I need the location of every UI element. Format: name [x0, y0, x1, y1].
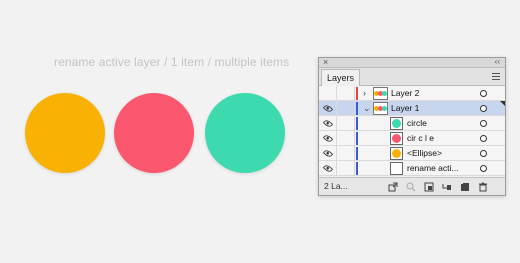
layer-color-bar [356, 102, 358, 115]
layer-name[interactable]: Layer 2 [391, 86, 419, 101]
layer-color-bar [356, 162, 358, 175]
target-circle-icon[interactable] [480, 120, 487, 127]
lock-toggle[interactable] [337, 131, 355, 146]
sublayer-row-ellipse[interactable]: <Ellipse> [319, 146, 505, 161]
lock-toggle[interactable] [337, 101, 355, 116]
layer-thumbnail [373, 102, 388, 115]
new-sublayer-icon[interactable] [442, 182, 452, 192]
collapse-chevron-icon[interactable]: ⌄ [363, 102, 371, 115]
layer-color-bar [356, 147, 358, 160]
item-name[interactable]: circle [407, 116, 427, 131]
sublayer-row-circle[interactable]: circle [319, 116, 505, 131]
layer-color-bar [356, 87, 358, 100]
panel-footer: 2 La... [319, 177, 505, 195]
collapse-icon[interactable]: ‹‹ [495, 58, 500, 68]
teal-circle[interactable] [205, 93, 285, 173]
layers-list: › Layer 2 ⌄ Layer 1 circle cir c l e <El… [319, 86, 505, 176]
target-circle-icon[interactable] [480, 90, 487, 97]
target-circle-icon[interactable] [480, 105, 487, 112]
export-icon[interactable] [388, 182, 398, 192]
sublayer-row-cir-c-l-e[interactable]: cir c l e [319, 131, 505, 146]
selection-indicator-icon [500, 101, 505, 106]
layer-row-layer-2[interactable]: › Layer 2 [319, 86, 505, 101]
visibility-toggle[interactable] [319, 161, 337, 176]
lock-toggle[interactable] [337, 146, 355, 161]
target-circle-icon[interactable] [480, 150, 487, 157]
caption-text: rename active layer / 1 item / multiple … [54, 55, 290, 69]
item-name[interactable]: cir c l e [407, 131, 434, 146]
eye-icon [322, 148, 334, 159]
lock-toggle[interactable] [337, 116, 355, 131]
visibility-toggle[interactable] [319, 86, 337, 101]
item-thumbnail [390, 117, 403, 130]
visibility-toggle[interactable] [319, 131, 337, 146]
search-icon[interactable] [406, 182, 416, 192]
tab-layers[interactable]: Layers [321, 69, 361, 86]
target-circle-icon[interactable] [480, 165, 487, 172]
panel-menu-icon[interactable] [492, 73, 500, 80]
visibility-toggle[interactable] [319, 146, 337, 161]
sublayer-row-rename-text[interactable]: rename acti... [319, 161, 505, 176]
lock-toggle[interactable] [337, 161, 355, 176]
target-circle-icon[interactable] [480, 135, 487, 142]
panel-titlebar[interactable]: × ‹‹ [319, 58, 505, 68]
eye-icon [322, 118, 334, 129]
item-thumbnail [390, 132, 403, 145]
trash-icon[interactable] [478, 182, 488, 192]
item-name[interactable]: <Ellipse> [407, 146, 442, 161]
lock-toggle[interactable] [337, 86, 355, 101]
visibility-toggle[interactable] [319, 116, 337, 131]
eye-icon [322, 163, 334, 174]
layer-name[interactable]: Layer 1 [391, 101, 419, 116]
new-layer-icon[interactable] [460, 182, 470, 192]
expand-chevron-icon[interactable]: › [363, 87, 366, 100]
pink-circle[interactable] [114, 93, 194, 173]
clipping-mask-icon[interactable] [424, 182, 434, 192]
orange-circle[interactable] [25, 93, 105, 173]
layer-color-bar [356, 117, 358, 130]
layer-color-bar [356, 132, 358, 145]
item-thumbnail [390, 147, 403, 160]
layer-count: 2 La... [324, 181, 348, 191]
visibility-toggle[interactable] [319, 101, 337, 116]
layer-row-layer-1[interactable]: ⌄ Layer 1 [319, 101, 505, 116]
item-thumbnail [390, 162, 403, 175]
eye-icon [322, 103, 334, 114]
layers-panel: × ‹‹ Layers › Layer 2 ⌄ Layer 1 circle c… [318, 57, 506, 196]
eye-icon [322, 133, 334, 144]
layer-thumbnail [373, 87, 388, 100]
close-icon[interactable]: × [323, 58, 328, 68]
item-name[interactable]: rename acti... [407, 161, 459, 176]
panel-tab-row: Layers [319, 68, 505, 86]
